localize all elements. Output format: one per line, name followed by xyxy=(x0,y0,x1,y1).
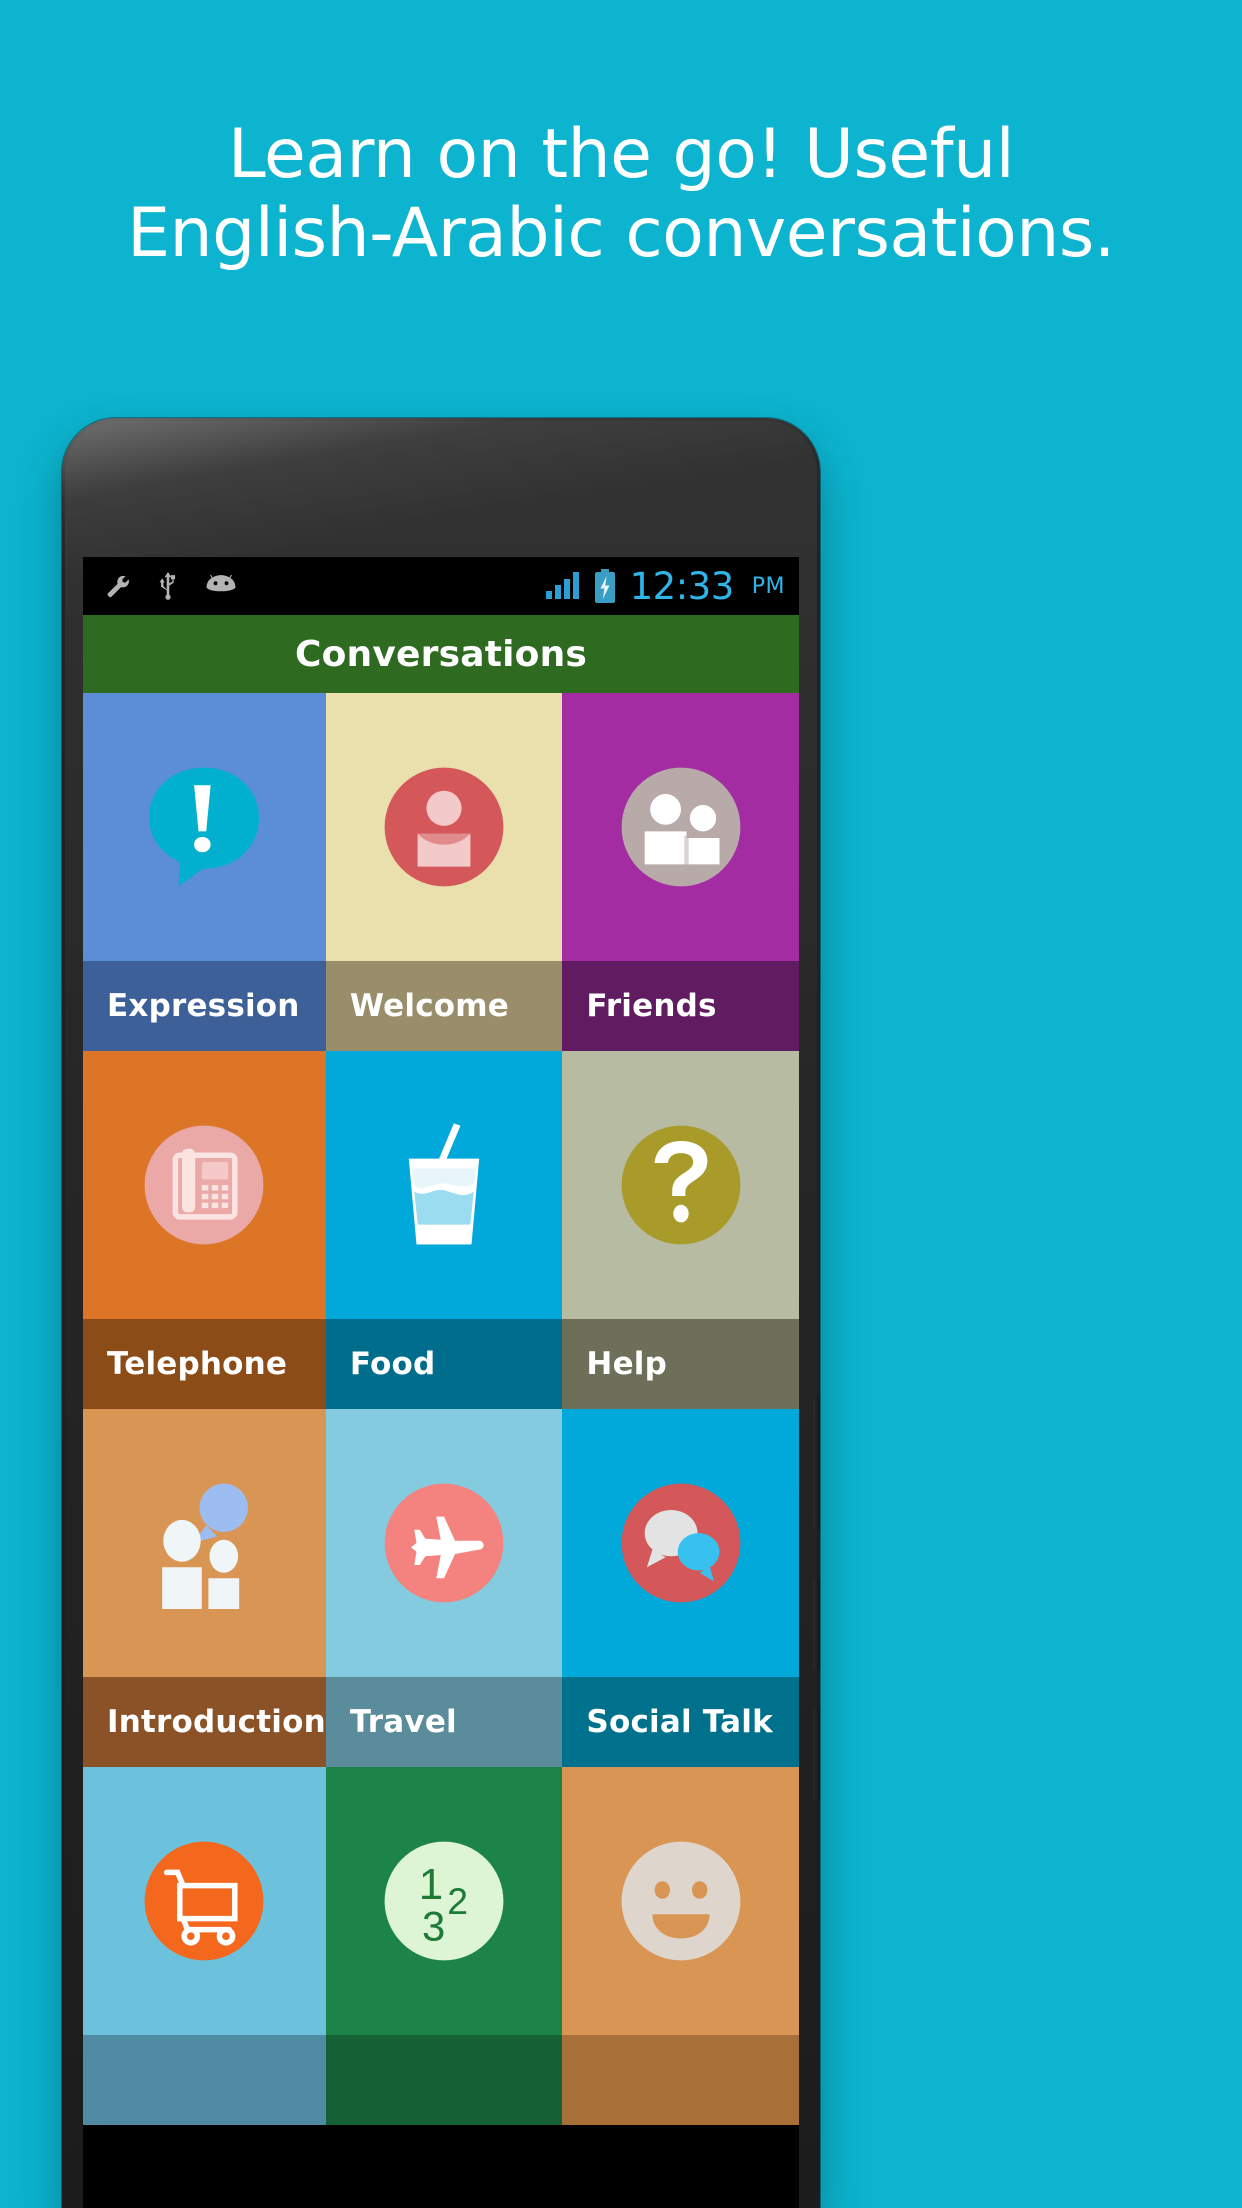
person-circle-icon xyxy=(326,693,563,961)
android-icon xyxy=(205,574,237,598)
speech-bubble-exclamation-icon xyxy=(83,693,326,961)
status-bar-left-icons xyxy=(105,572,237,600)
app-action-bar: Conversations xyxy=(83,615,799,693)
category-tile-label: Social Talk xyxy=(562,1677,799,1767)
category-tile-label: Food xyxy=(325,1319,563,1409)
category-tile-label: Expression xyxy=(83,961,326,1051)
category-tile-label xyxy=(325,2035,563,2125)
volume-down-button[interactable] xyxy=(813,1578,820,1670)
smiley-face-circle-icon xyxy=(562,1767,799,2035)
airplane-circle-icon xyxy=(326,1409,563,1677)
wrench-icon xyxy=(105,573,131,599)
category-tile-welcome[interactable]: Welcome xyxy=(325,693,563,1051)
power-button[interactable] xyxy=(813,1708,820,1800)
category-tile-12[interactable] xyxy=(562,1767,799,2125)
signal-bars-icon xyxy=(544,571,580,601)
category-tile-label: Friends xyxy=(562,961,799,1051)
category-tile-10[interactable] xyxy=(83,1767,326,2125)
svg-text:3: 3 xyxy=(422,1903,445,1950)
volume-up-button[interactable] xyxy=(813,1398,820,1530)
android-status-bar: 12:33 PM xyxy=(83,557,799,615)
headline-line-2: English-Arabic conversations. xyxy=(127,194,1115,274)
category-tile-social-talk[interactable]: Social Talk xyxy=(562,1409,799,1767)
category-tile-expression[interactable]: Expression xyxy=(83,693,326,1051)
chat-bubbles-circle-icon xyxy=(562,1409,799,1677)
category-tile-label xyxy=(562,2035,799,2125)
status-bar-time: 12:33 xyxy=(629,564,735,608)
app-title: Conversations xyxy=(294,633,588,675)
two-people-circle-icon xyxy=(562,693,799,961)
category-tile-food[interactable]: Food xyxy=(325,1051,563,1409)
desk-phone-circle-icon xyxy=(83,1051,326,1319)
usb-icon xyxy=(157,572,179,600)
svg-text:2: 2 xyxy=(447,1880,468,1922)
category-tile-label: Travel xyxy=(325,1677,563,1767)
category-tile-label xyxy=(83,2035,326,2125)
battery-charging-icon xyxy=(593,569,617,603)
status-bar-right-cluster: 12:33 PM xyxy=(544,568,785,605)
category-tile-travel[interactable]: Travel xyxy=(325,1409,563,1767)
category-tile-label: Help xyxy=(562,1319,799,1409)
question-mark-circle-icon xyxy=(562,1051,799,1319)
phone-screen: 12:33 PM Conversations Expression Welcome… xyxy=(83,557,799,2208)
headline-line-1: Learn on the go! Useful xyxy=(227,115,1015,194)
shopping-cart-circle-icon xyxy=(83,1767,326,2035)
category-tile-telephone[interactable]: Telephone xyxy=(83,1051,326,1409)
status-bar-ampm: PM xyxy=(751,573,785,599)
category-tile-label: Telephone xyxy=(83,1319,326,1409)
numbers-123-circle-icon: 123 xyxy=(326,1767,563,2035)
promo-headline: Learn on the go! Useful English-Arabic c… xyxy=(0,118,1242,271)
category-tile-friends[interactable]: Friends xyxy=(562,693,799,1051)
category-tile-label: Welcome xyxy=(325,961,563,1051)
two-people-speech-bubble-icon xyxy=(83,1409,326,1677)
category-tile-11[interactable]: 123 xyxy=(325,1767,563,2125)
category-tile-introduction[interactable]: Introduction xyxy=(83,1409,326,1767)
category-tile-label: Introduction xyxy=(83,1677,326,1767)
category-grid: Expression Welcome Friends Telephone Food Hel… xyxy=(83,693,799,2125)
phone-device-mockup: 12:33 PM Conversations Expression Welcome… xyxy=(62,418,820,2208)
svg-text:1: 1 xyxy=(419,1860,443,1909)
drink-cup-straw-icon xyxy=(326,1051,563,1319)
category-tile-help[interactable]: Help xyxy=(562,1051,799,1409)
